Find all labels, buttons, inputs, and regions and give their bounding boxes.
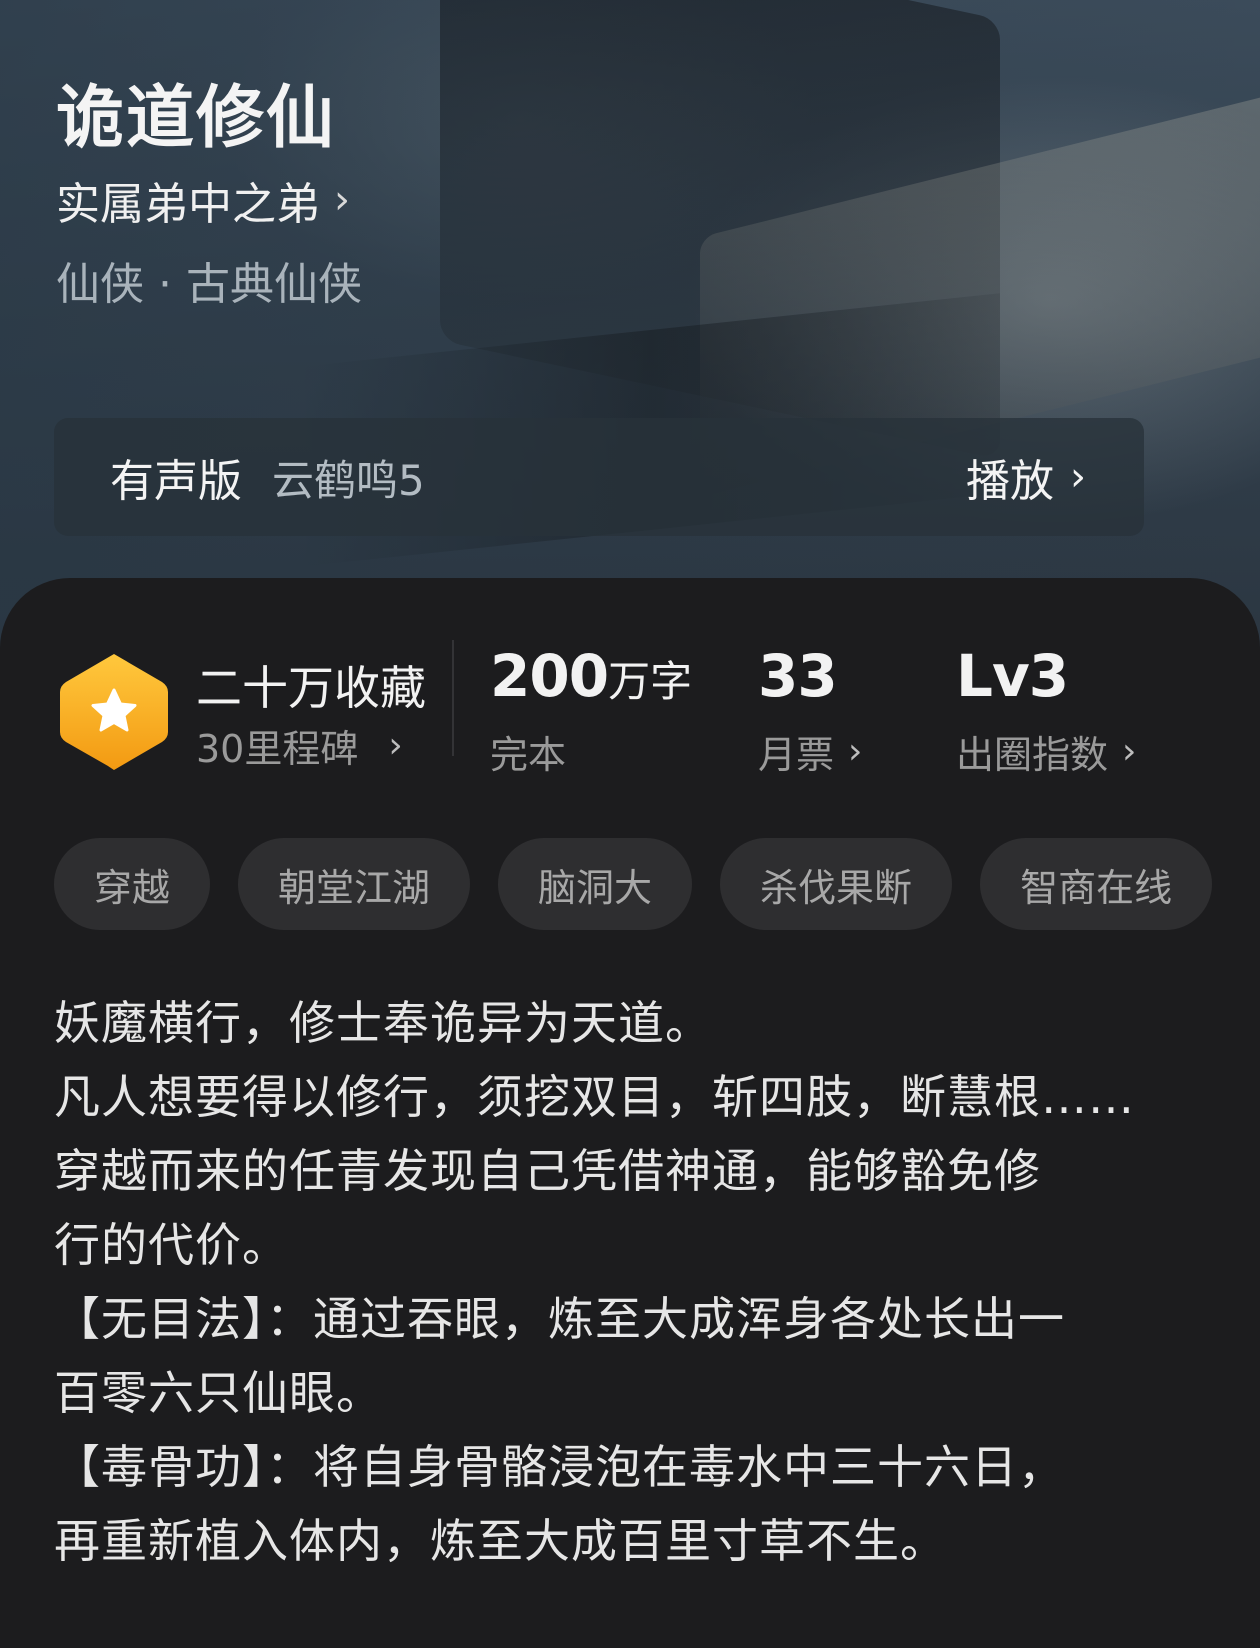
monthly-ticket-link[interactable]: 月票 › (758, 724, 862, 779)
tag-chip[interactable]: 脑洞大 (498, 838, 693, 930)
milestone-label: 30里程碑 (196, 727, 359, 771)
book-info-sheet: 二十万收藏 30里程碑 › 200万字 完本 33 月票 › Lv3 出圈指数 … (0, 578, 1260, 1648)
book-status-label: 完本 (490, 733, 567, 777)
description-line: 穿越而来的任青发现自己凭借神通，能够豁免修 (54, 1144, 1041, 1198)
description-line: 百零六只仙眼。 (54, 1366, 383, 1420)
word-count: 200万字 (490, 642, 692, 710)
popularity-level: Lv3 (956, 642, 1069, 710)
popularity-label: 出圈指数 (956, 733, 1109, 777)
chevron-right-icon: › (334, 177, 350, 223)
play-button[interactable]: 播放 › (966, 445, 1086, 509)
star-badge-icon (60, 654, 168, 770)
description-line: 再重新植入体内，炼至大成百里寸草不生。 (54, 1514, 947, 1568)
chevron-right-icon: › (1122, 731, 1137, 772)
monthly-ticket-count: 33 (758, 642, 838, 710)
popularity-link[interactable]: 出圈指数 › (956, 724, 1136, 779)
collect-count: 二十万收藏 (196, 661, 426, 715)
chevron-right-icon: › (388, 725, 403, 766)
tag-chip[interactable]: 智商在线 (980, 838, 1213, 930)
tag-chip[interactable]: 杀伐果断 (720, 838, 953, 930)
tag-chip[interactable]: 朝堂江湖 (238, 838, 471, 930)
stats-divider (452, 640, 454, 756)
audio-narrator: 云鹤鸣5 (272, 455, 425, 505)
monthly-ticket-label: 月票 (758, 733, 835, 777)
description-line: 【毒骨功】：将自身骨骼浸泡在毒水中三十六日， (54, 1440, 1065, 1494)
chevron-right-icon: › (848, 731, 863, 772)
audio-label: 有声版 (110, 456, 242, 507)
stats-row: 二十万收藏 30里程碑 › 200万字 完本 33 月票 › Lv3 出圈指数 … (0, 578, 1260, 818)
chevron-right-icon: › (1070, 454, 1086, 500)
tag-chip[interactable]: 穿越 (54, 838, 211, 930)
book-status: 完本 (490, 724, 566, 779)
word-count-number: 200 (490, 642, 609, 710)
book-genre[interactable]: 仙侠 · 古典仙侠 (56, 248, 362, 312)
play-label: 播放 (966, 456, 1054, 507)
description-line: 妖魔横行，修士奉诡异为天道。 (54, 996, 712, 1050)
author-name: 实属弟中之弟 (56, 179, 320, 230)
book-title: 诡道修仙 (56, 78, 337, 158)
description-line: 【无目法】：通过吞眼，炼至大成浑身各处长出一 (54, 1292, 1065, 1346)
word-count-unit: 万字 (608, 657, 693, 706)
tag-list: 穿越 朝堂江湖 脑洞大 杀伐果断 智商在线 (54, 838, 1213, 930)
description-line: 行的代价。 (54, 1218, 289, 1272)
audio-version-bar[interactable]: 有声版 云鹤鸣5 播放 › (54, 418, 1144, 536)
cover-hero: 诡道修仙 实属弟中之弟 › 仙侠 · 古典仙侠 有声版 云鹤鸣5 播放 › (0, 0, 1260, 660)
book-description[interactable]: 妖魔横行，修士奉诡异为天道。 凡人想要得以修行，须挖双目，斩四肢，断慧根…… 穿… (54, 986, 1184, 1578)
milestone-link[interactable]: 30里程碑 › (196, 718, 403, 773)
author-link[interactable]: 实属弟中之弟 › (56, 168, 350, 232)
description-line: 凡人想要得以修行，须挖双目，斩四肢，断慧根…… (54, 1070, 1135, 1124)
